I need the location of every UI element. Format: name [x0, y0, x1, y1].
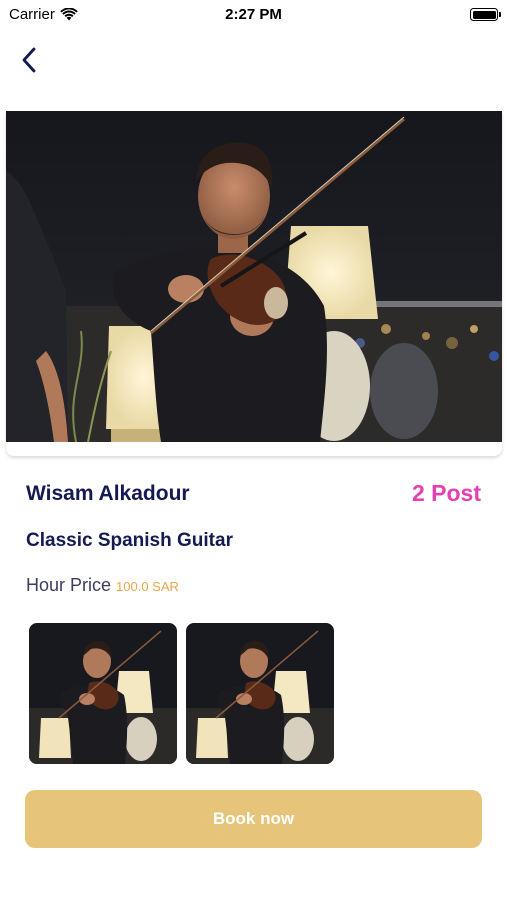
- hero-photo-card: [6, 111, 502, 456]
- back-button[interactable]: [14, 44, 44, 76]
- artist-category: Classic Spanish Guitar: [26, 530, 233, 551]
- violinist-thumb-photo: [29, 623, 177, 764]
- gallery-thumb[interactable]: [186, 623, 334, 764]
- hour-price-label: Hour Price: [26, 575, 112, 595]
- post-count[interactable]: 2 Post: [412, 480, 481, 507]
- status-time: 2:27 PM: [225, 6, 282, 23]
- gallery-thumb[interactable]: [29, 623, 177, 764]
- artist-name: Wisam Alkadour: [26, 482, 190, 505]
- violinist-thumb-photo: [186, 623, 334, 764]
- violinist-hero-photo: [6, 111, 502, 442]
- battery-icon: [470, 8, 501, 21]
- book-now-button[interactable]: Book now: [25, 790, 482, 848]
- chevron-left-icon: [22, 47, 36, 73]
- post-gallery: [29, 623, 334, 764]
- hour-price-row: Hour Price 100.0 SAR: [26, 575, 179, 596]
- hour-price-value: 100.0 SAR: [116, 579, 179, 594]
- status-bar: Carrier 2:27 PM: [0, 0, 507, 30]
